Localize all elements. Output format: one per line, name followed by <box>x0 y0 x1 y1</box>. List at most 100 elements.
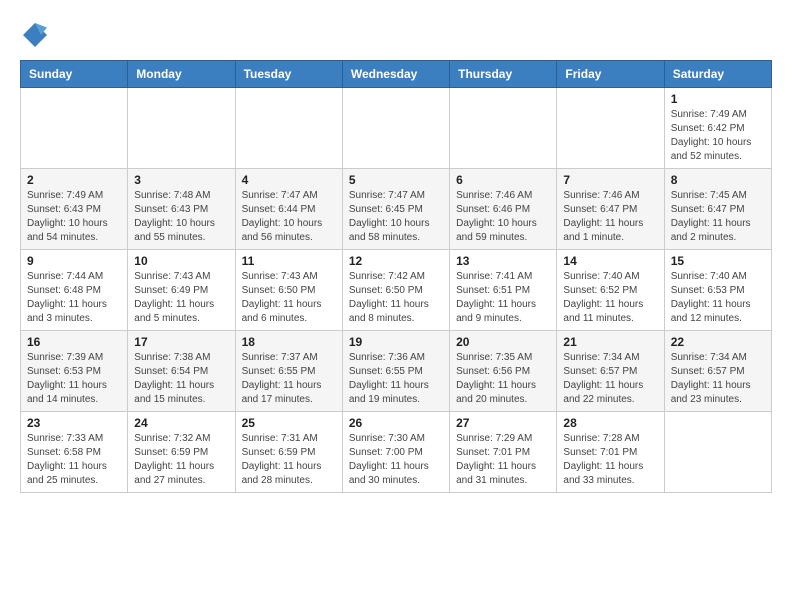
calendar-cell: 25 Sunrise: 7:31 AM Sunset: 6:59 PM Dayli… <box>235 412 342 493</box>
calendar-cell: 18 Sunrise: 7:37 AM Sunset: 6:55 PM Dayli… <box>235 331 342 412</box>
day-number: 23 <box>27 416 121 430</box>
weekday-header: Friday <box>557 61 664 88</box>
day-number: 7 <box>563 173 657 187</box>
calendar-cell: 16Sunrise: 7:39 AM Sunset: 6:53 PM Dayli… <box>21 331 128 412</box>
calendar-header-row: SundayMondayTuesdayWednesdayThursdayFrid… <box>21 61 772 88</box>
calendar-cell: 6 Sunrise: 7:46 AM Sunset: 6:46 PM Daylig… <box>450 169 557 250</box>
calendar-cell <box>128 88 235 169</box>
day-info: Sunrise: 7:35 AM Sunset: 6:56 PM Dayligh… <box>456 351 550 407</box>
calendar-cell: 1 Sunrise: 7:49 AM Sunset: 6:42 PM Daylig… <box>664 88 771 169</box>
calendar-cell: 17Sunrise: 7:38 AM Sunset: 6:54 PM Dayli… <box>128 331 235 412</box>
calendar-cell: 4 Sunrise: 7:47 AM Sunset: 6:44 PM Daylig… <box>235 169 342 250</box>
day-number: 15 <box>671 254 765 268</box>
day-info: Sunrise: 7:49 AM Sunset: 6:42 PM Dayligh… <box>671 108 765 164</box>
day-number: 8 <box>671 173 765 187</box>
calendar-cell: 28Sunrise: 7:28 AM Sunset: 7:01 PM Dayli… <box>557 412 664 493</box>
day-number: 3 <box>134 173 228 187</box>
calendar-cell: 10Sunrise: 7:43 AM Sunset: 6:49 PM Dayli… <box>128 250 235 331</box>
calendar-cell <box>557 88 664 169</box>
weekday-header: Wednesday <box>342 61 449 88</box>
day-info: Sunrise: 7:48 AM Sunset: 6:43 PM Dayligh… <box>134 189 228 245</box>
calendar-cell <box>235 88 342 169</box>
day-number: 13 <box>456 254 550 268</box>
weekday-header: Thursday <box>450 61 557 88</box>
day-number: 1 <box>671 92 765 106</box>
day-info: Sunrise: 7:47 AM Sunset: 6:45 PM Dayligh… <box>349 189 443 245</box>
calendar-week-row: 9 Sunrise: 7:44 AM Sunset: 6:48 PM Daylig… <box>21 250 772 331</box>
weekday-header: Saturday <box>664 61 771 88</box>
calendar-cell: 27 Sunrise: 7:29 AM Sunset: 7:01 PM Dayli… <box>450 412 557 493</box>
day-number: 14 <box>563 254 657 268</box>
calendar-cell <box>450 88 557 169</box>
day-number: 27 <box>456 416 550 430</box>
day-info: Sunrise: 7:32 AM Sunset: 6:59 PM Dayligh… <box>134 432 228 488</box>
calendar-cell: 20 Sunrise: 7:35 AM Sunset: 6:56 PM Dayli… <box>450 331 557 412</box>
day-info: Sunrise: 7:46 AM Sunset: 6:47 PM Dayligh… <box>563 189 657 245</box>
calendar-cell: 19 Sunrise: 7:36 AM Sunset: 6:55 PM Dayli… <box>342 331 449 412</box>
calendar-cell: 15 Sunrise: 7:40 AM Sunset: 6:53 PM Dayli… <box>664 250 771 331</box>
logo <box>20 20 54 50</box>
logo-icon <box>20 20 50 50</box>
day-info: Sunrise: 7:38 AM Sunset: 6:54 PM Dayligh… <box>134 351 228 407</box>
calendar-cell: 23 Sunrise: 7:33 AM Sunset: 6:58 PM Dayli… <box>21 412 128 493</box>
calendar-cell: 9 Sunrise: 7:44 AM Sunset: 6:48 PM Daylig… <box>21 250 128 331</box>
day-number: 26 <box>349 416 443 430</box>
day-info: Sunrise: 7:46 AM Sunset: 6:46 PM Dayligh… <box>456 189 550 245</box>
day-info: Sunrise: 7:30 AM Sunset: 7:00 PM Dayligh… <box>349 432 443 488</box>
calendar-cell: 24 Sunrise: 7:32 AM Sunset: 6:59 PM Dayli… <box>128 412 235 493</box>
day-info: Sunrise: 7:41 AM Sunset: 6:51 PM Dayligh… <box>456 270 550 326</box>
day-info: Sunrise: 7:42 AM Sunset: 6:50 PM Dayligh… <box>349 270 443 326</box>
calendar-cell: 5 Sunrise: 7:47 AM Sunset: 6:45 PM Daylig… <box>342 169 449 250</box>
day-info: Sunrise: 7:37 AM Sunset: 6:55 PM Dayligh… <box>242 351 336 407</box>
day-info: Sunrise: 7:33 AM Sunset: 6:58 PM Dayligh… <box>27 432 121 488</box>
day-number: 9 <box>27 254 121 268</box>
day-number: 5 <box>349 173 443 187</box>
day-number: 16 <box>27 335 121 349</box>
calendar-cell: 14 Sunrise: 7:40 AM Sunset: 6:52 PM Dayli… <box>557 250 664 331</box>
calendar-week-row: 16Sunrise: 7:39 AM Sunset: 6:53 PM Dayli… <box>21 331 772 412</box>
calendar-week-row: 2 Sunrise: 7:49 AM Sunset: 6:43 PM Daylig… <box>21 169 772 250</box>
calendar-week-row: 1 Sunrise: 7:49 AM Sunset: 6:42 PM Daylig… <box>21 88 772 169</box>
day-info: Sunrise: 7:43 AM Sunset: 6:49 PM Dayligh… <box>134 270 228 326</box>
day-info: Sunrise: 7:34 AM Sunset: 6:57 PM Dayligh… <box>563 351 657 407</box>
day-number: 6 <box>456 173 550 187</box>
page-header <box>20 20 772 50</box>
calendar-cell <box>342 88 449 169</box>
calendar-cell: 3 Sunrise: 7:48 AM Sunset: 6:43 PM Daylig… <box>128 169 235 250</box>
calendar-cell <box>21 88 128 169</box>
day-info: Sunrise: 7:31 AM Sunset: 6:59 PM Dayligh… <box>242 432 336 488</box>
calendar-cell: 7 Sunrise: 7:46 AM Sunset: 6:47 PM Daylig… <box>557 169 664 250</box>
weekday-header: Monday <box>128 61 235 88</box>
day-info: Sunrise: 7:44 AM Sunset: 6:48 PM Dayligh… <box>27 270 121 326</box>
calendar-cell: 8 Sunrise: 7:45 AM Sunset: 6:47 PM Daylig… <box>664 169 771 250</box>
day-info: Sunrise: 7:49 AM Sunset: 6:43 PM Dayligh… <box>27 189 121 245</box>
day-info: Sunrise: 7:43 AM Sunset: 6:50 PM Dayligh… <box>242 270 336 326</box>
day-number: 19 <box>349 335 443 349</box>
weekday-header: Tuesday <box>235 61 342 88</box>
calendar-cell: 22Sunrise: 7:34 AM Sunset: 6:57 PM Dayli… <box>664 331 771 412</box>
day-number: 21 <box>563 335 657 349</box>
day-number: 18 <box>242 335 336 349</box>
day-info: Sunrise: 7:40 AM Sunset: 6:53 PM Dayligh… <box>671 270 765 326</box>
calendar-cell: 11Sunrise: 7:43 AM Sunset: 6:50 PM Dayli… <box>235 250 342 331</box>
calendar-week-row: 23 Sunrise: 7:33 AM Sunset: 6:58 PM Dayli… <box>21 412 772 493</box>
day-info: Sunrise: 7:29 AM Sunset: 7:01 PM Dayligh… <box>456 432 550 488</box>
day-number: 22 <box>671 335 765 349</box>
calendar-cell: 12 Sunrise: 7:42 AM Sunset: 6:50 PM Dayli… <box>342 250 449 331</box>
day-info: Sunrise: 7:47 AM Sunset: 6:44 PM Dayligh… <box>242 189 336 245</box>
calendar-cell: 13 Sunrise: 7:41 AM Sunset: 6:51 PM Dayli… <box>450 250 557 331</box>
day-number: 20 <box>456 335 550 349</box>
day-number: 12 <box>349 254 443 268</box>
day-number: 25 <box>242 416 336 430</box>
day-info: Sunrise: 7:40 AM Sunset: 6:52 PM Dayligh… <box>563 270 657 326</box>
calendar-cell: 2 Sunrise: 7:49 AM Sunset: 6:43 PM Daylig… <box>21 169 128 250</box>
day-number: 28 <box>563 416 657 430</box>
calendar-cell <box>664 412 771 493</box>
calendar-cell: 26 Sunrise: 7:30 AM Sunset: 7:00 PM Dayli… <box>342 412 449 493</box>
day-info: Sunrise: 7:45 AM Sunset: 6:47 PM Dayligh… <box>671 189 765 245</box>
day-number: 4 <box>242 173 336 187</box>
calendar-cell: 21 Sunrise: 7:34 AM Sunset: 6:57 PM Dayli… <box>557 331 664 412</box>
day-info: Sunrise: 7:36 AM Sunset: 6:55 PM Dayligh… <box>349 351 443 407</box>
day-number: 24 <box>134 416 228 430</box>
day-number: 2 <box>27 173 121 187</box>
